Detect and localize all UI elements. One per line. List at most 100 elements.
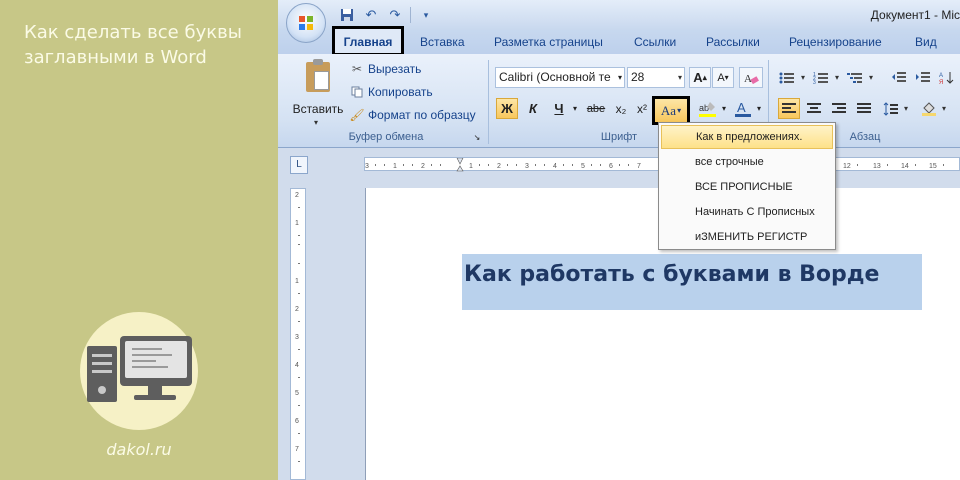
- menu-item-lowercase[interactable]: все строчные: [661, 150, 833, 174]
- svg-text:2: 2: [421, 163, 425, 170]
- line-spacing-icon[interactable]: [880, 98, 902, 119]
- svg-text:Я: Я: [939, 80, 943, 85]
- change-case-menu: Как в предложениях. все строчные ВСЕ ПРО…: [658, 122, 836, 250]
- bold-button[interactable]: Ж: [496, 98, 518, 119]
- svg-text:ab: ab: [699, 103, 709, 113]
- article-banner: Как сделать все буквы заглавными в Word …: [0, 0, 278, 480]
- sort-icon[interactable]: AЯ: [936, 67, 958, 88]
- multilevel-list-icon[interactable]: [844, 67, 866, 88]
- vertical-ruler[interactable]: 2 1 1 2 3 4 5 6 7: [290, 188, 306, 480]
- font-color-button[interactable]: A: [731, 98, 755, 119]
- customize-toolbar-icon[interactable]: ▾: [417, 6, 435, 24]
- dialog-launcher-icon[interactable]: ↘: [470, 130, 484, 144]
- tab-home[interactable]: Главная: [332, 26, 404, 56]
- tab-view[interactable]: Вид: [915, 30, 937, 54]
- quick-access-toolbar: ↶ ↷ ▾: [338, 5, 435, 25]
- svg-text:3: 3: [813, 80, 816, 85]
- chevron-down-icon[interactable]: ▾: [755, 98, 763, 119]
- svg-text:15: 15: [929, 163, 937, 170]
- highlighter-icon: ab: [699, 101, 716, 117]
- grow-font-button[interactable]: A ▴: [689, 67, 711, 88]
- copy-button[interactable]: Копировать: [350, 83, 433, 101]
- chevron-down-icon[interactable]: ▾: [833, 67, 841, 88]
- office-button[interactable]: [286, 3, 326, 43]
- hanging-indent-marker: [456, 165, 464, 172]
- svg-text:A: A: [737, 100, 746, 115]
- decrease-indent-icon[interactable]: [888, 67, 910, 88]
- italic-button[interactable]: К: [522, 98, 544, 119]
- chevron-down-icon[interactable]: ▾: [570, 98, 580, 119]
- undo-icon[interactable]: ↶: [362, 6, 380, 24]
- chevron-down-icon: ▾: [314, 118, 319, 127]
- menu-item-uppercase[interactable]: ВСЕ ПРОПИСНЫЕ: [661, 175, 833, 199]
- tab-page-layout[interactable]: Разметка страницы: [494, 30, 603, 54]
- superscript-button[interactable]: x²: [634, 98, 650, 119]
- chevron-down-icon[interactable]: ▾: [867, 67, 875, 88]
- tab-references[interactable]: Ссылки: [634, 30, 676, 54]
- selected-document-text[interactable]: Как работать с буквами в Ворде: [462, 254, 922, 310]
- copy-icon: [350, 85, 364, 99]
- cut-label: Вырезать: [368, 62, 422, 76]
- bullets-icon[interactable]: [776, 67, 798, 88]
- svg-text:3: 3: [365, 163, 369, 170]
- svg-text:7: 7: [637, 163, 641, 170]
- clear-formatting-button[interactable]: A: [739, 67, 763, 88]
- highlight-color-button[interactable]: ab: [696, 98, 720, 119]
- svg-text:5: 5: [581, 163, 585, 170]
- svg-text:6: 6: [609, 163, 613, 170]
- paste-button[interactable]: Вставить ▾: [292, 59, 344, 127]
- shading-icon[interactable]: [918, 98, 940, 119]
- paintbrush-icon: 🖌: [349, 108, 365, 122]
- chevron-down-icon[interactable]: ▾: [720, 98, 728, 119]
- tab-stop-selector[interactable]: L: [290, 156, 308, 174]
- chevron-down-icon[interactable]: ▾: [614, 67, 626, 88]
- tab-review[interactable]: Рецензирование: [789, 30, 882, 54]
- svg-text:1: 1: [469, 163, 473, 170]
- paste-label: Вставить: [292, 102, 344, 116]
- svg-text:5: 5: [295, 390, 299, 397]
- strikethrough-button[interactable]: abe: [584, 98, 608, 119]
- chevron-down-icon[interactable]: ▾: [799, 67, 807, 88]
- change-case-button[interactable]: Aa ▾: [652, 96, 690, 125]
- menu-item-sentence-case[interactable]: Как в предложениях.: [661, 125, 833, 149]
- svg-text:2: 2: [497, 163, 501, 170]
- window-title: Документ1 - Mic: [870, 8, 960, 22]
- word-window: ↶ ↷ ▾ Документ1 - Mic Главная Вставка Ра…: [278, 0, 960, 480]
- justify-icon[interactable]: [853, 98, 875, 119]
- format-painter-button[interactable]: 🖌 Формат по образцу: [349, 106, 475, 124]
- copy-label: Копировать: [368, 85, 433, 99]
- numbering-icon[interactable]: 123: [810, 67, 832, 88]
- svg-text:A: A: [939, 73, 943, 79]
- tab-insert[interactable]: Вставка: [420, 30, 465, 54]
- menu-item-toggle-case[interactable]: иЗМЕНИТЬ РЕГИСТР: [661, 225, 833, 249]
- computer-tower-icon: [87, 346, 117, 402]
- monitor-icon: [120, 336, 192, 386]
- align-left-icon[interactable]: [778, 98, 800, 119]
- chevron-down-icon[interactable]: ▾: [940, 98, 948, 119]
- menu-item-capitalize-each-word[interactable]: Начинать С Прописных: [661, 200, 833, 224]
- save-icon[interactable]: [338, 6, 356, 24]
- underline-button[interactable]: Ч: [548, 98, 570, 119]
- font-name-select[interactable]: Calibri (Основной те: [495, 67, 625, 88]
- ribbon: Вставить ▾ ✂ Вырезать Копировать 🖌 Форма…: [278, 54, 960, 148]
- align-center-icon[interactable]: [803, 98, 825, 119]
- svg-text:7: 7: [295, 446, 299, 453]
- svg-text:4: 4: [553, 163, 557, 170]
- cut-button[interactable]: ✂ Вырезать: [350, 60, 421, 78]
- svg-text:A: A: [744, 73, 752, 85]
- svg-text:2: 2: [295, 192, 299, 199]
- office-logo-icon: [299, 16, 313, 30]
- svg-text:3: 3: [525, 163, 529, 170]
- svg-text:14: 14: [901, 163, 909, 170]
- svg-text:1: 1: [295, 220, 299, 227]
- shrink-font-button[interactable]: A ▾: [712, 67, 734, 88]
- align-right-icon[interactable]: [828, 98, 850, 119]
- svg-text:2: 2: [295, 306, 299, 313]
- tab-mailings[interactable]: Рассылки: [706, 30, 760, 54]
- font-name-value: Calibri (Основной те: [499, 70, 611, 84]
- increase-indent-icon[interactable]: [912, 67, 934, 88]
- font-size-select[interactable]: 28 ▾: [627, 67, 685, 88]
- subscript-button[interactable]: x₂: [610, 98, 632, 119]
- redo-icon[interactable]: ↷: [386, 6, 404, 24]
- chevron-down-icon[interactable]: ▾: [902, 98, 910, 119]
